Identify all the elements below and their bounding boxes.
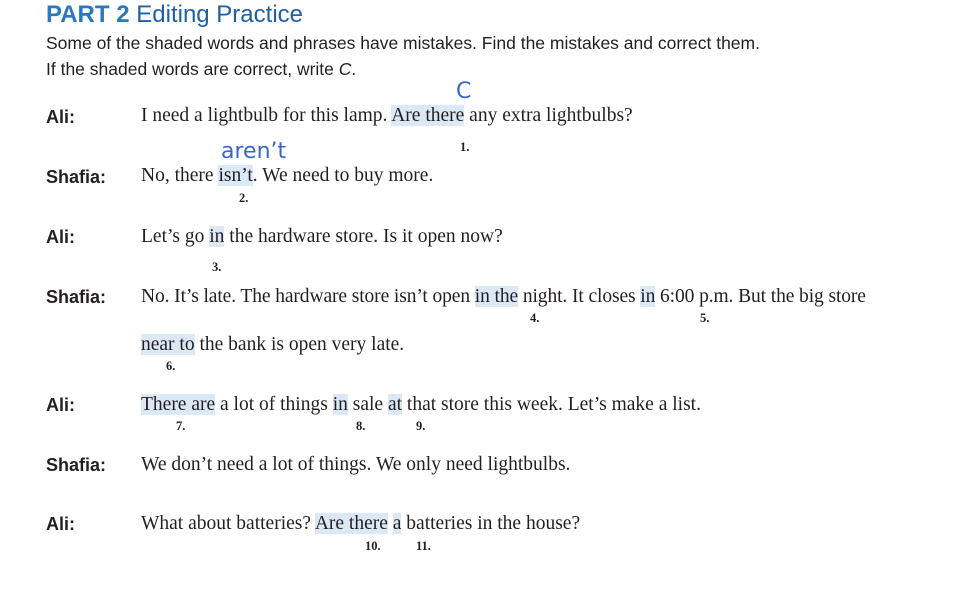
shaded-phrase-2: isn’t xyxy=(218,165,253,186)
item-number-8: 8. xyxy=(356,419,366,433)
speaker-label: Shafia: xyxy=(46,455,107,475)
speaker-label: Shafia: xyxy=(46,167,107,187)
shaded-phrase-4: in the xyxy=(474,286,519,307)
shaded-phrase-3: in xyxy=(209,226,225,247)
dialogue-line-5: There are a lot of things in sale at tha… xyxy=(141,394,701,415)
item-number-1: 1. xyxy=(460,140,470,154)
title-text: Editing Practice xyxy=(136,1,303,28)
item-number-4: 4. xyxy=(530,311,540,325)
item-number-11: 11. xyxy=(416,539,431,553)
item-number-7: 7. xyxy=(176,419,186,433)
handwritten-answer-2: aren’t xyxy=(221,139,287,164)
item-number-6: 6. xyxy=(166,359,176,373)
handwritten-answer-1: C xyxy=(456,79,472,104)
dialogue-line-2: No, there isn’t. We need to buy more. xyxy=(141,165,434,186)
dialogue-line-6: We don’t need a lot of things. We only n… xyxy=(141,454,571,475)
dialogue-line-3: Let’s go in the hardware store. Is it op… xyxy=(141,226,503,247)
item-number-9: 9. xyxy=(416,419,426,433)
dialogue-line-7: What about batteries? Are there a batter… xyxy=(141,513,581,534)
speaker-label: Shafia: xyxy=(46,287,107,307)
instructions-line-2: If the shaded words are correct, write C… xyxy=(46,59,357,79)
item-number-3: 3. xyxy=(212,260,222,274)
item-number-2: 2. xyxy=(239,191,249,205)
item-number-5: 5. xyxy=(700,311,710,325)
dialogue-line-1: I need a lightbulb for this lamp. Are th… xyxy=(141,105,633,126)
shaded-phrase-7: There are xyxy=(141,394,216,415)
part-label: PART 2 xyxy=(46,1,130,28)
shaded-phrase-8: in xyxy=(332,394,348,415)
shaded-phrase-6: near to xyxy=(141,334,195,355)
speaker-label: Ali: xyxy=(46,107,75,127)
shaded-phrase-10: Are there xyxy=(314,513,388,534)
speaker-label: Ali: xyxy=(46,514,75,534)
item-number-10: 10. xyxy=(365,539,381,553)
shaded-phrase-1: Are there xyxy=(391,105,465,126)
letter-c: C xyxy=(338,59,352,79)
dialogue-line-4: No. It’s late. The hardware store isn’t … xyxy=(141,286,866,307)
section-title: PART 2 Editing Practice xyxy=(46,0,303,30)
speaker-label: Ali: xyxy=(46,227,75,247)
instructions-line-1: Some of the shaded words and phrases hav… xyxy=(46,33,760,53)
speaker-label: Ali: xyxy=(46,395,75,415)
shaded-phrase-5: in xyxy=(640,286,656,307)
dialogue-line-4-cont: near to the bank is open very late. xyxy=(141,334,405,355)
shaded-phrase-9: at xyxy=(387,394,403,415)
